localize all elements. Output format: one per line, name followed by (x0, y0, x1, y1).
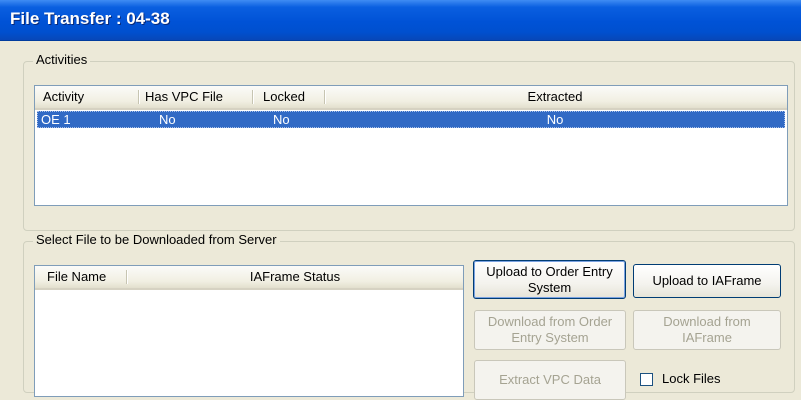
column-extracted[interactable]: Extracted (324, 86, 786, 108)
activities-list[interactable]: Activity Has VPC File Locked Extracted O… (34, 85, 788, 206)
lock-files-checkbox[interactable] (640, 373, 653, 386)
file-list-header: File Name IAFrame Status (35, 266, 463, 290)
cell-has-vpc-file: No (159, 112, 176, 127)
lock-files-label[interactable]: Lock Files (662, 371, 721, 386)
file-list[interactable]: File Name IAFrame Status (34, 265, 464, 397)
column-activity[interactable]: Activity (43, 86, 133, 108)
window-title: File Transfer : 04-38 (10, 9, 170, 28)
download-iaframe-button[interactable]: Download from IAFrame (633, 310, 781, 350)
download-legend: Select File to be Downloaded from Server (33, 232, 280, 247)
table-row[interactable]: OE 1 No No No (37, 111, 785, 128)
column-has-vpc-file[interactable]: Has VPC File (145, 86, 255, 108)
cell-activity: OE 1 (41, 112, 71, 127)
activities-legend: Activities (33, 52, 91, 67)
cell-locked: No (273, 112, 290, 127)
column-iaframe-status[interactable]: IAFrame Status (128, 266, 462, 288)
upload-order-entry-button[interactable]: Upload to Order Entry System (473, 260, 626, 299)
upload-iaframe-button[interactable]: Upload to IAFrame (633, 264, 781, 298)
title-bar[interactable]: File Transfer : 04-38 (0, 0, 801, 41)
cell-extracted: No (546, 112, 564, 127)
activities-list-header: Activity Has VPC File Locked Extracted (35, 86, 787, 110)
extract-vpc-data-button[interactable]: Extract VPC Data (474, 360, 626, 400)
download-order-entry-button[interactable]: Download from Order Entry System (474, 310, 626, 350)
